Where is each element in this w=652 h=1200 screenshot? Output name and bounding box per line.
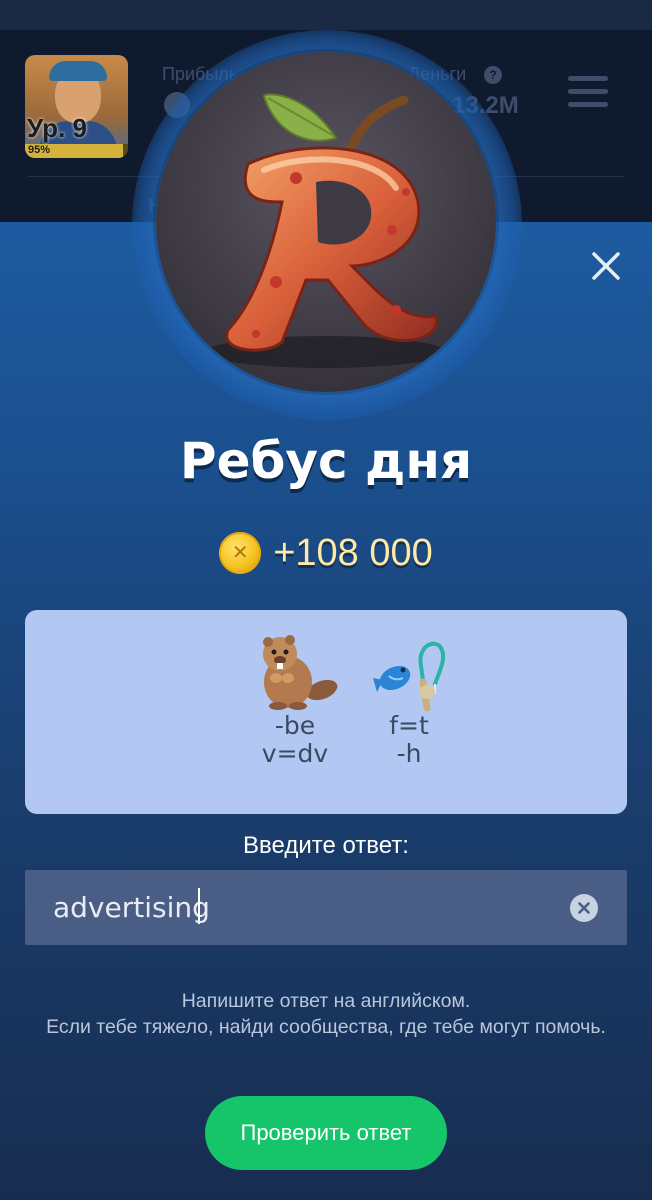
rebus-hint-2b: -h [396, 739, 422, 768]
coin-icon [219, 532, 262, 574]
text-caret [198, 888, 200, 924]
fishing-rod-icon [373, 641, 446, 712]
clear-icon [578, 902, 590, 914]
modal-title: Ребус дня [179, 432, 473, 490]
reward-row: +108 000 [0, 528, 652, 578]
rebus-item-beaver: -be v=dv [235, 632, 355, 768]
close-button[interactable] [588, 248, 624, 284]
answer-hint-line-1: Напишите ответ на английском. [181, 990, 471, 1012]
answer-label: Введите ответ: [243, 832, 409, 859]
level-label: Ур. 9 [27, 113, 87, 143]
level-progress-bar: 95% [25, 144, 128, 158]
level-progress-text: 95% [28, 144, 51, 156]
avatar-cap [49, 61, 107, 81]
reward-amount: +108 000 [273, 531, 433, 574]
rebus-item-fishing: f=t -h [349, 632, 469, 768]
clear-input-button[interactable] [570, 894, 598, 922]
rebus-hint-1a: -be [274, 711, 316, 740]
rebus-hint-2a: f=t [389, 711, 429, 740]
answer-input[interactable] [53, 870, 573, 945]
check-answer-button[interactable]: Проверить ответ [205, 1096, 447, 1170]
info-icon[interactable]: ? [484, 66, 502, 84]
rebus-emblem-image [156, 52, 496, 392]
menu-icon[interactable] [568, 76, 608, 108]
answer-hint-line-2: Если тебе тяжело, найди сообщества, где … [46, 1016, 606, 1038]
rebus-card: -be v=dv f=t -h [25, 610, 627, 814]
close-icon [592, 252, 620, 280]
answer-field[interactable] [25, 870, 627, 945]
status-bar [0, 0, 652, 30]
beaver-icon [263, 635, 338, 710]
answer-hint: Напишите ответ на английском. Если тебе … [40, 988, 612, 1040]
player-avatar[interactable]: Ур. 9 95% [25, 55, 128, 158]
apple-letter-r-illustration [206, 93, 446, 368]
rebus-hint-1b: v=dv [261, 739, 329, 768]
